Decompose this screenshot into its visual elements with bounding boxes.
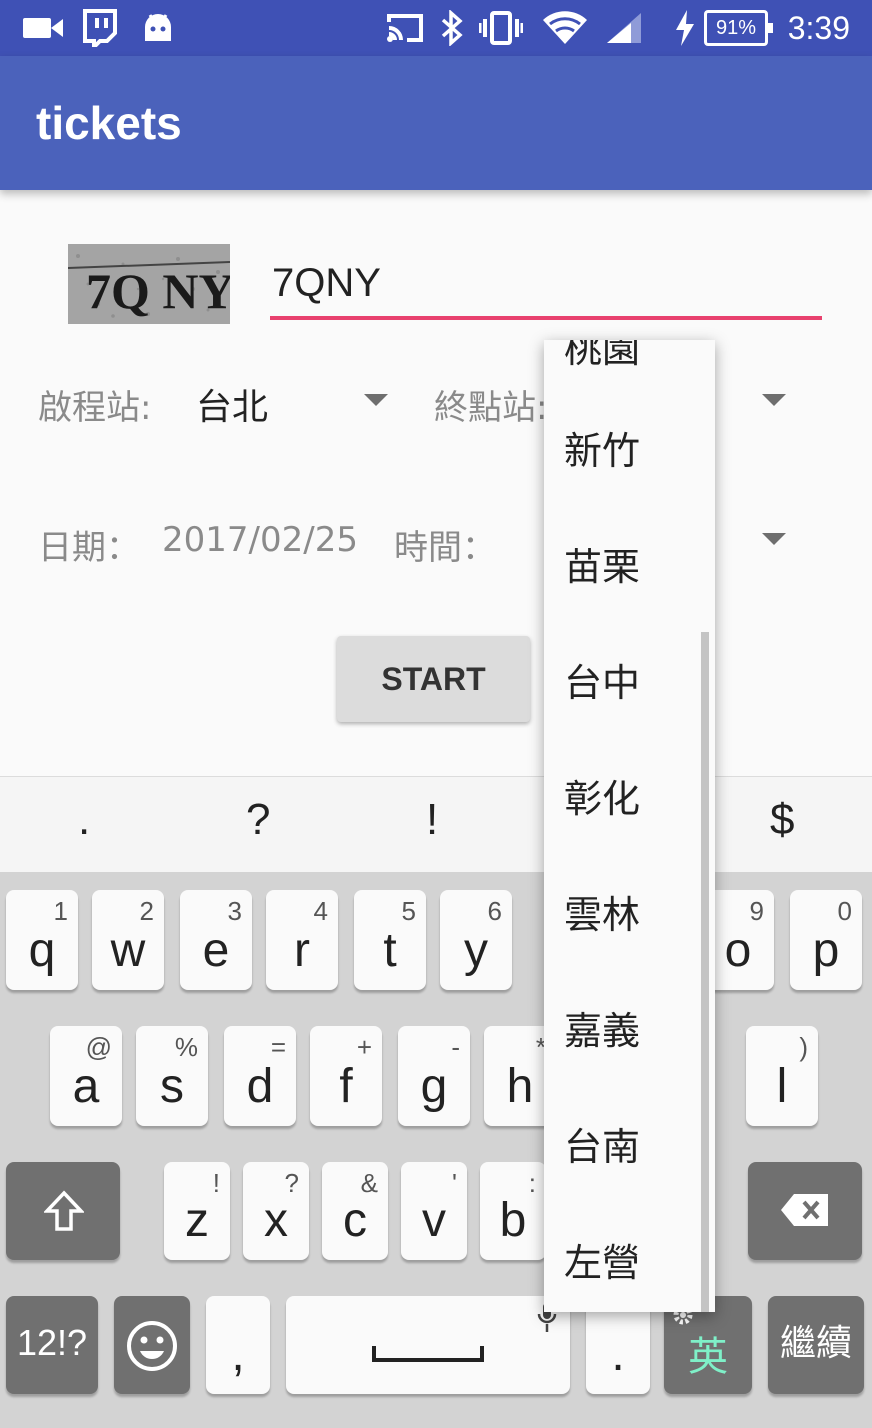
backspace-key[interactable] (748, 1162, 862, 1260)
start-station-value[interactable]: 台北 (196, 378, 268, 430)
key-b[interactable]: :b (480, 1162, 546, 1260)
end-station-label: 終點站: (434, 388, 548, 428)
bluetooth-icon (438, 8, 466, 48)
key-x[interactable]: ? x (243, 1162, 309, 1260)
comma-key[interactable]: , (206, 1296, 270, 1394)
dropdown-item-chiayi[interactable]: 嘉義 (564, 1000, 640, 1055)
start-station-label: 啟程站: (38, 388, 152, 428)
emoji-icon (127, 1321, 177, 1371)
key-a[interactable]: @ a (50, 1026, 122, 1126)
status-bar: 91% 3:39 (0, 0, 872, 56)
dropdown-scrollbar[interactable] (701, 632, 709, 1312)
dropdown-item-changhua[interactable]: 彰化 (564, 768, 640, 823)
key-r[interactable]: 4r (266, 890, 338, 990)
dropdown-item-zuoying[interactable]: 左營 (564, 1232, 640, 1287)
date-label: 日期： (38, 528, 140, 568)
emoji-key[interactable] (114, 1296, 190, 1394)
key-t[interactable]: 5t (354, 890, 426, 990)
key-q[interactable]: 1q (6, 890, 78, 990)
battery-indicator: 91% (704, 10, 773, 46)
suggestion-dollar[interactable]: $ (770, 795, 794, 845)
vibrate-icon (478, 8, 524, 48)
dropdown-item-taichung[interactable]: 台中 (564, 652, 640, 707)
end-station-dropdown-icon[interactable] (762, 394, 786, 406)
twitch-icon (80, 8, 120, 48)
key-w[interactable]: 2w (92, 890, 164, 990)
dropdown-item-taoyuan[interactable]: 桃園 (564, 340, 640, 373)
cast-icon (384, 8, 426, 48)
suggestion-question[interactable]: ? (246, 795, 270, 845)
key-f[interactable]: + f (310, 1026, 382, 1126)
app-title: tickets (36, 97, 182, 149)
key-s[interactable]: % s (136, 1026, 208, 1126)
start-station-dropdown-icon[interactable] (364, 394, 388, 406)
dropdown-item-tainan[interactable]: 台南 (564, 1116, 640, 1171)
key-p[interactable]: 0p (790, 890, 862, 990)
dropdown-item-hsinchu[interactable]: 新竹 (564, 420, 640, 475)
symbols-key[interactable]: 12!? (6, 1296, 98, 1394)
station-dropdown-list[interactable]: 桃園 新竹 苗栗 台中 彰化 雲林 嘉義 台南 左營 (544, 340, 715, 1312)
space-icon (372, 1346, 484, 1362)
key-v[interactable]: ' v (401, 1162, 467, 1260)
keyboard-suggestion-bar: . ? ! $ (0, 776, 872, 872)
signal-icon (604, 8, 644, 48)
shift-key[interactable] (6, 1162, 120, 1260)
keyboard: 1q 2w 3e 4r 5t 6y 9o 0p @ a % s = d + f -g *… (0, 872, 872, 1428)
video-icon (22, 8, 64, 48)
key-e[interactable]: 3e (180, 890, 252, 990)
key-c[interactable]: & c (322, 1162, 388, 1260)
time-dropdown-icon[interactable] (762, 533, 786, 545)
suggestion-exclamation[interactable]: ! (426, 795, 438, 845)
key-l[interactable]: ) l (746, 1026, 818, 1126)
backspace-icon (781, 1194, 828, 1226)
key-z[interactable]: ! z (164, 1162, 230, 1260)
date-value[interactable]: 2017/02/25 (162, 520, 358, 560)
start-button[interactable]: START (337, 636, 530, 722)
suggestion-period[interactable]: . (78, 795, 90, 845)
dropdown-item-yunlin[interactable]: 雲林 (564, 884, 640, 939)
space-key[interactable] (286, 1296, 570, 1394)
time-label: 時間： (394, 528, 496, 568)
wifi-icon (540, 8, 590, 48)
app-bar: tickets (0, 56, 872, 190)
clock: 3:39 (787, 10, 850, 46)
dropdown-item-miaoli[interactable]: 苗栗 (564, 536, 640, 591)
captcha-code-input[interactable] (270, 256, 822, 320)
captcha-text: 7Q NY (86, 263, 230, 319)
charging-icon (672, 8, 698, 48)
key-d[interactable]: = d (224, 1026, 296, 1126)
captcha-image: 7Q NY (68, 244, 230, 324)
shift-icon (44, 1190, 84, 1231)
key-y[interactable]: 6y (440, 890, 512, 990)
android-icon (140, 8, 176, 48)
enter-key[interactable]: 繼續 (768, 1296, 864, 1394)
key-g[interactable]: -g (398, 1026, 470, 1126)
